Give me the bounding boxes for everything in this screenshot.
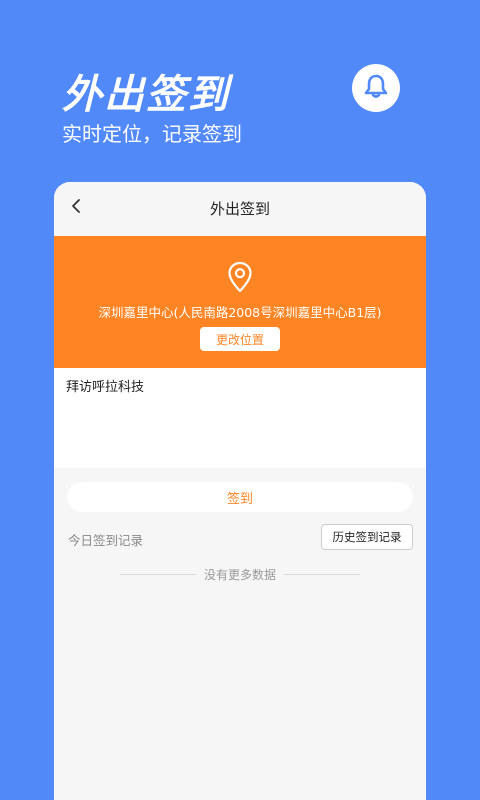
- no-more-data: 没有更多数据: [120, 566, 361, 582]
- checkin-card: 外出签到 深圳嘉里中心(人民南路2008号深圳嘉里中心B1层) 更改位置 拜访呼…: [54, 182, 426, 800]
- current-address: 深圳嘉里中心(人民南路2008号深圳嘉里中心B1层): [98, 305, 382, 320]
- hero-title: 外出签到: [62, 72, 230, 118]
- history-records-button[interactable]: 历史签到记录: [321, 524, 413, 550]
- checkin-button[interactable]: 签到: [67, 482, 413, 512]
- location-panel: 深圳嘉里中心(人民南路2008号深圳嘉里中心B1层) 更改位置: [54, 236, 426, 368]
- location-pin-icon: [224, 260, 256, 294]
- change-location-button[interactable]: 更改位置: [200, 327, 280, 351]
- today-records-label: 今日签到记录: [68, 533, 144, 548]
- divider-right: [284, 573, 361, 575]
- page-title: 外出签到: [209, 200, 270, 218]
- divider-left: [120, 573, 196, 575]
- hero-subtitle: 实时定位，记录签到: [62, 122, 242, 146]
- visit-note-field[interactable]: 拜访呼拉科技: [54, 368, 426, 468]
- no-more-data-text: 没有更多数据: [204, 567, 277, 582]
- notification-button[interactable]: [352, 64, 400, 112]
- nav-bar: 外出签到: [54, 182, 426, 236]
- bell-icon: [362, 72, 390, 104]
- visit-note-text: 拜访呼拉科技: [66, 380, 145, 395]
